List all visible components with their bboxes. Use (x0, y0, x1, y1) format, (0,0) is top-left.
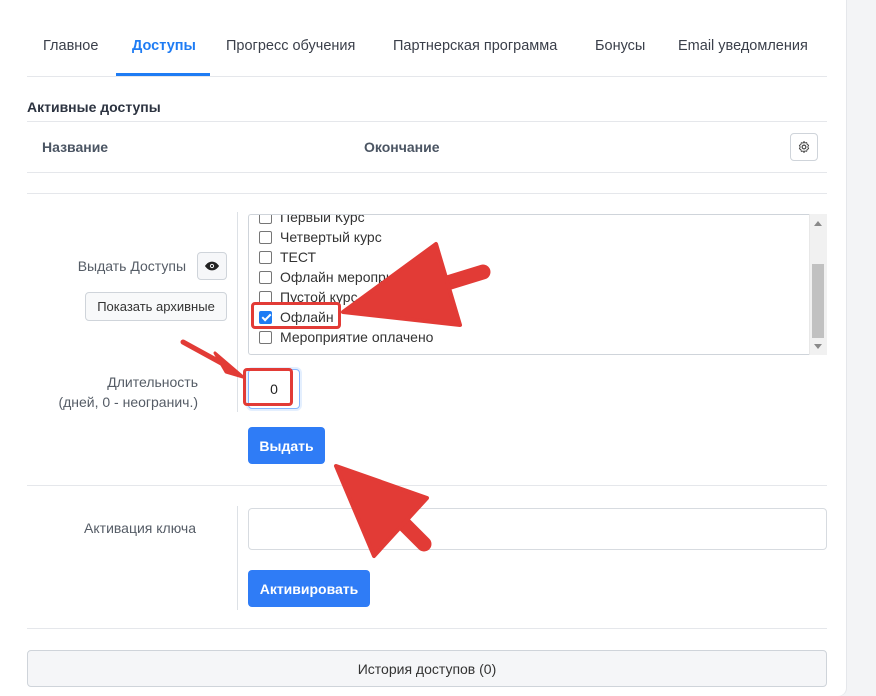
highlight-box-duration (243, 368, 293, 406)
course-option[interactable]: Первый Курс (259, 214, 433, 227)
tab-email[interactable]: Email уведомления (678, 38, 808, 54)
duration-label: Длительность (107, 374, 198, 390)
scroll-down-icon[interactable] (814, 344, 822, 349)
divider (27, 485, 827, 486)
eye-icon (205, 261, 219, 271)
checkbox[interactable] (259, 330, 272, 344)
access-history-button[interactable]: История доступов (0) (27, 650, 827, 687)
separator (237, 212, 238, 412)
checkbox[interactable] (259, 215, 272, 224)
key-input[interactable] (248, 508, 827, 550)
key-label: Активация ключа (84, 520, 196, 536)
course-label: ТЕСТ (280, 249, 317, 265)
course-label: Мероприятие оплачено (280, 329, 434, 345)
user-card: Главное Доступы Прогресс обучения Партне… (0, 0, 846, 696)
listbox-scrollbar[interactable] (809, 214, 827, 355)
tab-bonuses[interactable]: Бонусы (595, 38, 645, 54)
divider (27, 172, 827, 173)
course-label: Первый Курс (280, 214, 365, 225)
toggle-preview-button[interactable] (197, 252, 227, 280)
activate-button[interactable]: Активировать (248, 570, 370, 607)
course-label: Офлайн мероприя (280, 269, 402, 285)
checkbox[interactable] (259, 230, 272, 244)
checkbox[interactable] (259, 250, 272, 264)
tab-partner[interactable]: Партнерская программа (393, 38, 557, 54)
checkbox[interactable] (259, 270, 272, 284)
active-access-title: Активные доступы (27, 99, 161, 115)
course-option[interactable]: Четвертый курс (259, 227, 433, 247)
tab-main[interactable]: Главное (43, 38, 98, 54)
divider (27, 193, 827, 194)
column-name: Название (42, 139, 109, 155)
highlight-box-offline (251, 302, 341, 329)
scroll-up-icon[interactable] (814, 221, 822, 226)
gear-icon (798, 140, 810, 154)
course-option[interactable]: Офлайн мероприя (259, 267, 433, 287)
course-label: Четвертый курс (280, 229, 382, 245)
grant-label: Выдать Доступы (77, 258, 186, 274)
course-option[interactable]: Мероприятие оплачено (259, 327, 433, 347)
duration-hint: (дней, 0 - неогранич.) (58, 394, 198, 410)
tab-progress[interactable]: Прогресс обучения (226, 38, 355, 54)
tabs-bar: Главное Доступы Прогресс обучения Партне… (27, 22, 827, 77)
active-tab-indicator (116, 73, 210, 76)
separator (237, 506, 238, 610)
column-end: Окончание (364, 139, 440, 155)
table-settings-button[interactable] (790, 133, 818, 161)
show-archived-button[interactable]: Показать архивные (85, 292, 227, 321)
grant-button[interactable]: Выдать (248, 427, 325, 464)
divider (27, 628, 827, 629)
scroll-thumb[interactable] (812, 264, 824, 338)
courses-listbox[interactable]: Первый Курс Четвертый курс ТЕСТ Офлайн м… (248, 214, 827, 355)
course-option[interactable]: ТЕСТ (259, 247, 433, 267)
tab-access[interactable]: Доступы (132, 38, 196, 54)
divider (27, 121, 827, 122)
